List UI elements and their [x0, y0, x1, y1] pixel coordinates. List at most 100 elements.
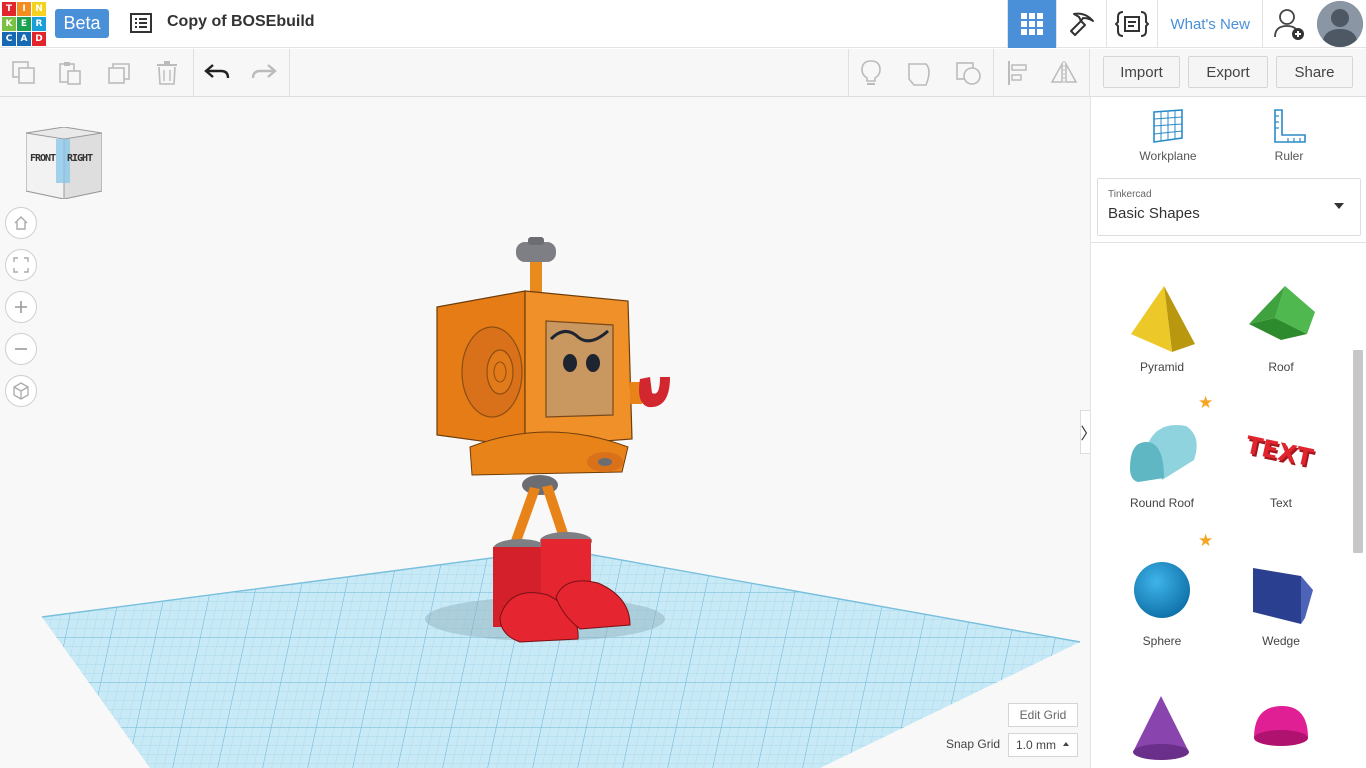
logo-letter: R	[32, 17, 46, 31]
roof-icon	[1249, 286, 1315, 340]
delete-button[interactable]	[153, 59, 181, 87]
view-cube-right-label: RIGHT	[67, 153, 93, 164]
perspective-button[interactable]	[5, 375, 37, 407]
copy-icon	[12, 61, 35, 84]
duplicate-icon	[108, 63, 130, 84]
undo-button[interactable]	[203, 59, 231, 87]
avatar	[1317, 1, 1363, 47]
zoom-in-button[interactable]	[5, 291, 37, 323]
cube-icon	[13, 382, 29, 400]
lightbulb-icon	[861, 60, 881, 85]
ungroup-icon	[956, 62, 981, 85]
design-list-icon[interactable]	[130, 13, 152, 33]
group-button[interactable]	[906, 59, 934, 87]
codeblocks-view-button[interactable]	[1106, 0, 1157, 48]
logo-letter: I	[17, 2, 31, 16]
pyramid-icon	[1131, 286, 1195, 352]
user-silhouette-icon	[1317, 1, 1363, 47]
shape-half-sphere[interactable]	[1231, 694, 1331, 768]
snap-grid-value: 1.0 mm	[1016, 738, 1057, 752]
logo-letter: T	[2, 2, 16, 16]
cone-icon	[1133, 696, 1189, 760]
beta-badge[interactable]: Beta	[55, 9, 109, 38]
edit-grid-button[interactable]: Edit Grid	[1008, 703, 1078, 727]
workplane-tool[interactable]: Workplane	[1118, 107, 1218, 163]
shape-roof[interactable]: Roof	[1231, 282, 1331, 374]
share-button[interactable]: Share	[1276, 56, 1353, 88]
copy-button[interactable]	[10, 59, 38, 87]
logo-letter: E	[17, 17, 31, 31]
home-view-button[interactable]	[5, 207, 37, 239]
redo-icon	[251, 64, 277, 79]
profile-button[interactable]	[1314, 0, 1366, 48]
sphere-icon	[1134, 562, 1190, 618]
mirror-icon	[1050, 61, 1078, 85]
scene-canvas[interactable]	[0, 97, 1090, 768]
shapes-panel: Workplane Ruler Tinkercad Basic Shapes P…	[1090, 97, 1366, 768]
pickaxe-icon	[1069, 12, 1094, 36]
ruler-tool[interactable]: Ruler	[1239, 107, 1339, 163]
show-all-button[interactable]	[857, 59, 885, 87]
favorite-star-icon: ★	[1198, 393, 1214, 412]
round-roof-icon	[1130, 424, 1197, 482]
logo-letter: N	[32, 2, 46, 16]
design-title[interactable]: Copy of BOSEbuild	[167, 13, 315, 31]
shape-label: Wedge	[1262, 634, 1300, 648]
duplicate-button[interactable]	[106, 59, 134, 87]
snap-grid-label: Snap Grid	[946, 737, 1001, 751]
shape-sphere[interactable]: Sphere	[1112, 556, 1212, 648]
3d-design-view-button[interactable]	[1007, 0, 1057, 48]
zoom-out-button[interactable]	[5, 333, 37, 365]
workplane-label: Workplane	[1139, 149, 1197, 163]
import-button[interactable]: Import	[1103, 56, 1180, 88]
redo-button[interactable]	[250, 59, 278, 87]
align-button[interactable]	[1004, 59, 1032, 87]
workplane-icon	[1153, 109, 1183, 143]
minecraft-view-button[interactable]	[1056, 0, 1106, 48]
shape-label: Round Roof	[1129, 496, 1195, 510]
shape-label: Sphere	[1142, 634, 1182, 648]
whats-new-link[interactable]: What's New	[1157, 0, 1262, 48]
invite-user-button[interactable]	[1262, 0, 1314, 48]
shape-library-select[interactable]: Tinkercad Basic Shapes	[1097, 178, 1361, 236]
shape-text[interactable]: TEXT TEXT Text	[1231, 418, 1331, 510]
shape-round-roof[interactable]: Round Roof	[1112, 418, 1212, 510]
tinkercad-logo[interactable]: TIN KER CAD	[2, 2, 46, 46]
shapes-scrollbar[interactable]	[1353, 350, 1363, 553]
paste-button[interactable]	[56, 59, 84, 87]
logo-letter: D	[32, 32, 46, 46]
favorite-star-icon: ★	[1198, 531, 1214, 550]
logo-letter: A	[17, 32, 31, 46]
minus-icon	[15, 348, 27, 350]
shape-wedge[interactable]: Wedge	[1231, 556, 1331, 648]
ungroup-button[interactable]	[955, 59, 983, 87]
logo-letter: K	[2, 17, 16, 31]
mirror-button[interactable]	[1050, 59, 1078, 87]
plus-icon	[15, 301, 27, 313]
edit-toolbar: Import Export Share	[0, 49, 1366, 97]
export-button[interactable]: Export	[1188, 56, 1268, 88]
view-cube[interactable]: FRONT RIGHT	[25, 126, 103, 200]
fit-view-button[interactable]	[5, 249, 37, 281]
half-sphere-icon	[1254, 706, 1308, 746]
shape-cone[interactable]	[1112, 694, 1212, 768]
snap-grid-select[interactable]: 1.0 mm	[1008, 733, 1078, 757]
caret-up-icon	[1063, 742, 1069, 746]
shape-pyramid[interactable]: Pyramid	[1112, 282, 1212, 374]
grid-icon	[1021, 13, 1044, 35]
undo-icon	[204, 64, 230, 79]
align-icon	[1008, 61, 1027, 85]
logo-letter: C	[2, 32, 16, 46]
wedge-icon	[1253, 568, 1313, 624]
group-icon	[908, 63, 930, 86]
paste-icon	[59, 62, 81, 85]
text-icon: TEXT TEXT	[1243, 431, 1317, 475]
shape-label: Roof	[1268, 360, 1294, 374]
shape-label: Pyramid	[1139, 360, 1184, 374]
codeblocks-icon	[1115, 11, 1150, 37]
home-icon	[14, 216, 28, 230]
3d-viewport[interactable]: FRONT RIGHT Edit Grid Snap Grid 1.0 mm	[0, 97, 1090, 768]
view-cube-front-label: FRONT	[30, 153, 56, 164]
library-caption: Tinkercad	[1108, 189, 1152, 200]
top-bar: TIN KER CAD Beta Copy of BOSEbuild What's …	[0, 0, 1366, 48]
